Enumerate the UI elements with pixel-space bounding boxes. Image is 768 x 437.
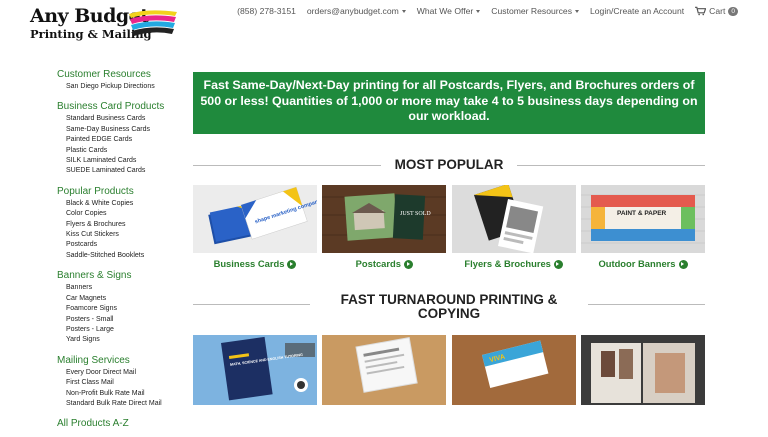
product-card-booklets[interactable]: MATH, SCIENCE AND ENGLISH TUTORING	[193, 335, 317, 405]
product-card-copies[interactable]	[322, 335, 447, 405]
sidebar-group: Customer Resources San Diego Pickup Direc…	[57, 68, 182, 92]
sidebar-group: Popular Products Black & White Copies Colo…	[57, 185, 182, 261]
sidebar-link[interactable]: Plastic Cards	[57, 146, 182, 156]
sidebar-link[interactable]: Black & White Copies	[57, 199, 182, 209]
fast-turnaround-cards: MATH, SCIENCE AND ENGLISH TUTORING VIVA	[193, 335, 705, 405]
sidebar-link[interactable]: Flyers & Brochures	[57, 220, 182, 230]
divider	[193, 304, 310, 305]
email-label: orders@anybudget.com	[306, 6, 399, 16]
sidebar-link[interactable]: Foamcore Signs	[57, 304, 182, 314]
email-link[interactable]: orders@anybudget.com	[307, 6, 406, 16]
sidebar-heading[interactable]: Business Card Products	[57, 100, 182, 113]
arrow-right-circle-icon	[553, 259, 563, 269]
sidebar-link[interactable]: San Diego Pickup Directions	[57, 82, 182, 92]
product-card-business-cards[interactable]: shape marketing company Business Cards	[193, 185, 317, 270]
sidebar-link[interactable]: First Class Mail	[57, 378, 182, 388]
chevron-down-icon	[476, 9, 481, 13]
sidebar-link[interactable]: Every Door Direct Mail	[57, 368, 182, 378]
sidebar-heading[interactable]: Popular Products	[57, 185, 182, 198]
arrow-right-circle-icon	[287, 259, 297, 269]
sidebar-link[interactable]: Posters - Small	[57, 315, 182, 325]
postcards-image: JUST SOLD	[322, 185, 447, 253]
sidebar-link[interactable]: Car Magnets	[57, 294, 182, 304]
cart-link[interactable]: Cart 0	[695, 6, 738, 16]
sidebar-group: Mailing Services Every Door Direct Mail Fi…	[57, 354, 182, 410]
sidebar-group: Banners & Signs Banners Car Magnets Foamcor…	[57, 269, 182, 345]
fast-turnaround-heading: FAST TURNAROUND PRINTING & COPYING	[193, 292, 705, 326]
logo-swoosh-icon	[129, 10, 177, 36]
booklets-image: MATH, SCIENCE AND ENGLISH TUTORING	[193, 335, 317, 405]
turnaround-banner: Fast Same-Day/Next-Day printing for all …	[193, 72, 705, 134]
chevron-down-icon	[575, 9, 579, 13]
arrow-right-circle-icon	[404, 259, 413, 269]
divider	[193, 165, 381, 166]
any-budget-logo[interactable]: Any Budget Printing & Mailing	[30, 5, 180, 43]
what-we-offer-label: What We Offer	[416, 6, 474, 16]
sidebar-link[interactable]: Same-Day Business Cards	[57, 125, 182, 135]
most-popular-heading: MOST POPULAR	[193, 155, 705, 175]
customer-resources-menu[interactable]: Customer Resources	[491, 6, 579, 16]
main-content: Fast Same-Day/Next-Day printing for all …	[193, 72, 705, 405]
cart-count-badge: 0	[728, 6, 738, 16]
product-card-business-card-stack[interactable]: VIVA	[451, 335, 576, 405]
divider	[517, 165, 705, 166]
sidebar: Customer Resources San Diego Pickup Direc…	[57, 68, 182, 437]
section-title: FAST TURNAROUND PRINTING & COPYING	[340, 292, 558, 321]
sidebar-link[interactable]: Kiss Cut Stickers	[57, 230, 182, 240]
outdoor-banners-image: PAINT & PAPER	[580, 185, 705, 253]
sidebar-link[interactable]: Yard Signs	[57, 335, 182, 345]
cart-label: Cart	[709, 6, 726, 16]
banner-mock-text: PAINT & PAPER	[617, 210, 667, 217]
phone-link[interactable]: (858) 278-3151	[237, 6, 296, 16]
customer-resources-label: Customer Resources	[491, 6, 572, 16]
postcard-mock-text: JUST SOLD	[400, 211, 431, 217]
login-link[interactable]: Login/Create an Account	[590, 6, 684, 16]
sidebar-link[interactable]: Color Copies	[57, 209, 182, 219]
sidebar-link[interactable]: SILK Laminated Cards	[57, 156, 182, 166]
chevron-down-icon	[401, 9, 406, 13]
catalog-image	[580, 335, 705, 405]
sidebar-link[interactable]: Standard Bulk Rate Direct Mail	[57, 399, 182, 409]
sidebar-link[interactable]: Banners	[57, 283, 182, 293]
sidebar-group: Business Card Products Standard Business …	[57, 100, 182, 176]
flyers-brochures-image	[451, 185, 576, 253]
copies-image	[322, 335, 447, 405]
cart-icon	[695, 6, 707, 16]
site-header: Any Budget Printing & Mailing (858) 278-…	[0, 0, 768, 44]
sidebar-heading[interactable]: Customer Resources	[57, 68, 182, 81]
card-label: Outdoor Banners	[598, 258, 676, 269]
product-card-outdoor-banners[interactable]: PAINT & PAPER Outdoor Banners	[580, 185, 705, 270]
product-card-flyers-brochures[interactable]: Flyers & Brochures	[451, 185, 576, 270]
most-popular-cards: shape marketing company Business Cards J…	[193, 185, 705, 270]
card-label: Flyers & Brochures	[464, 258, 551, 269]
business-card-stack-image: VIVA	[451, 335, 576, 405]
sidebar-link[interactable]: Standard Business Cards	[57, 114, 182, 124]
product-card-postcards[interactable]: JUST SOLD Postcards	[322, 185, 447, 270]
divider	[588, 304, 705, 305]
sidebar-heading[interactable]: Banners & Signs	[57, 269, 182, 282]
card-label: Postcards	[355, 258, 401, 269]
sidebar-link[interactable]: Saddle-Stitched Booklets	[57, 251, 182, 261]
sidebar-group: All Products A-Z	[57, 417, 182, 430]
arrow-right-circle-icon	[678, 259, 688, 269]
sidebar-heading[interactable]: Mailing Services	[57, 354, 182, 367]
sidebar-link[interactable]: Painted EDGE Cards	[57, 135, 182, 145]
sidebar-link[interactable]: Non-Profit Bulk Rate Mail	[57, 389, 182, 399]
sidebar-link[interactable]: SUEDE Laminated Cards	[57, 166, 182, 176]
sidebar-link[interactable]: Posters - Large	[57, 325, 182, 335]
card-label: Business Cards	[213, 258, 285, 269]
top-nav: (858) 278-3151 orders@anybudget.com What…	[237, 4, 738, 18]
business-cards-image: shape marketing company	[193, 185, 317, 253]
sidebar-link[interactable]: Postcards	[57, 240, 182, 250]
sidebar-heading[interactable]: All Products A-Z	[57, 417, 182, 430]
what-we-offer-menu[interactable]: What We Offer	[417, 6, 481, 16]
product-card-catalog[interactable]	[580, 335, 705, 405]
